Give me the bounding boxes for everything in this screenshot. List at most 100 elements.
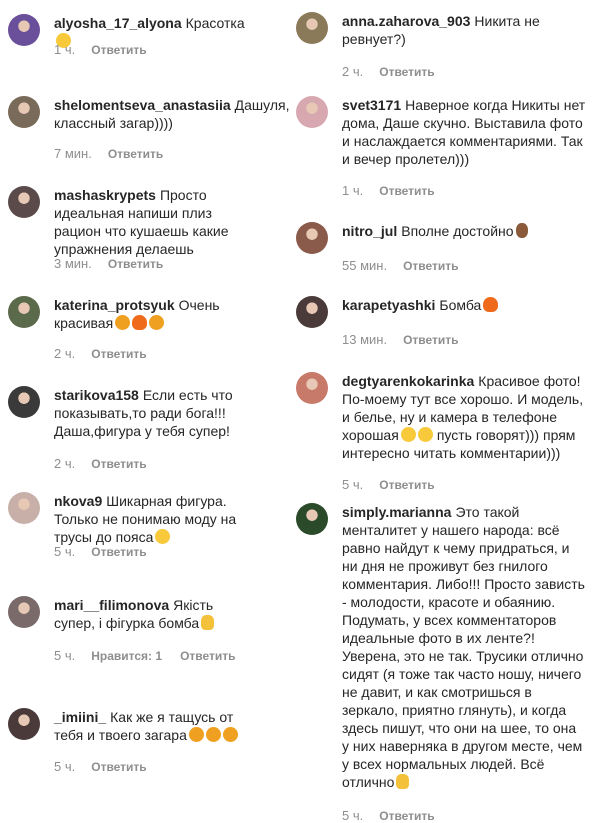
avatar[interactable] [8,596,40,628]
fire-emoji-icon [483,297,499,312]
reply-button[interactable]: Ответить [91,545,146,559]
comment-meta: 1 ч. Ответить [54,42,147,57]
comment-username-link[interactable]: simply.marianna [342,504,451,520]
reply-button[interactable]: Ответить [379,809,434,823]
avatar[interactable] [296,96,328,128]
comment-meta: 55 мин. Ответить [342,258,459,273]
smile-emoji-icon [417,427,433,442]
fire-emoji-icon [132,315,148,330]
comment-text: Это такой менталитет у нашего народа: вс… [342,504,585,790]
smile-emoji-icon [155,529,171,544]
reply-button[interactable]: Ответить [108,147,163,161]
comment-meta: 5 ч. Ответить [342,477,435,492]
comment-body: katerina_protsyuk Очень красивая [54,296,248,332]
avatar[interactable] [296,12,328,44]
avatar[interactable] [8,186,40,218]
comment-meta: 2 ч. Ответить [54,456,147,471]
reply-button[interactable]: Ответить [91,760,146,774]
reply-button[interactable]: Ответить [108,257,163,271]
reply-button[interactable]: Ответить [91,43,146,57]
avatar[interactable] [8,386,40,418]
comment-body: shelomentseva_anastasiia Дашуля, классный… [54,96,290,132]
comment-meta: 5 ч. Нравится: 1 Ответить [54,648,236,663]
comment-meta: 2 ч. Ответить [342,64,435,79]
comment-timestamp[interactable]: 5 ч. [342,808,363,823]
comment-meta: 13 мин. Ответить [342,332,459,347]
comment-timestamp[interactable]: 7 мин. [54,146,92,161]
thumb-emoji-icon [396,774,410,789]
comment-likes-count[interactable]: Нравится: 1 [91,649,162,663]
comment-username-link[interactable]: alyosha_17_alyona [54,15,182,31]
heart-emoji-icon [222,727,238,742]
avatar[interactable] [296,503,328,535]
comment-timestamp[interactable]: 5 ч. [54,759,75,774]
comment-username-link[interactable]: nkova9 [54,493,102,509]
comment-meta: 5 ч. Ответить [342,808,435,823]
heart-emoji-icon [188,727,204,742]
ok-emoji-icon [515,223,528,238]
heart-emoji-icon [115,315,131,330]
comment-username-link[interactable]: nitro_jul [342,223,397,239]
reply-button[interactable]: Ответить [91,347,146,361]
comment-timestamp[interactable]: 5 ч. [342,477,363,492]
comment-body: mari__filimonova Якість супер, і фігурка … [54,596,248,632]
comment-body: _imiini_ Как же я тащусь от тебя и твоего… [54,708,248,744]
comment-timestamp[interactable]: 13 мин. [342,332,387,347]
comment-username-link[interactable]: mashaskrypets [54,187,156,203]
comment-timestamp[interactable]: 5 ч. [54,544,75,559]
avatar[interactable] [8,492,40,524]
avatar[interactable] [8,14,40,46]
comment-username-link[interactable]: _imiini_ [54,709,106,725]
comment-body: karapetyashki Бомба [342,296,586,314]
comment-text: Красотка [185,15,245,31]
comment-meta: 2 ч. Ответить [54,346,147,361]
heart-emoji-icon [205,727,221,742]
comment-username-link[interactable]: mari__filimonova [54,597,169,613]
comment-meta: 5 ч. Ответить [54,544,147,559]
comment-timestamp[interactable]: 3 мин. [54,256,92,271]
avatar[interactable] [8,96,40,128]
reply-button[interactable]: Ответить [180,649,235,663]
comment-meta: 1 ч. Ответить [342,183,435,198]
avatar[interactable] [8,296,40,328]
reply-button[interactable]: Ответить [403,259,458,273]
reply-button[interactable]: Ответить [379,65,434,79]
comment-body: nitro_jul Вполне достойно [342,222,586,240]
thumb-emoji-icon [201,615,215,630]
comment-username-link[interactable]: degtyarenkokarinka [342,373,474,389]
reply-button[interactable]: Ответить [379,478,434,492]
comment-timestamp[interactable]: 1 ч. [54,42,75,57]
avatar[interactable] [296,222,328,254]
comment-body: mashaskrypets Просто идеальная напиши пли… [54,186,248,258]
reply-button[interactable]: Ответить [91,457,146,471]
heart-emoji-icon [149,315,165,330]
comment-timestamp[interactable]: 55 мин. [342,258,387,273]
avatar[interactable] [296,296,328,328]
comment-username-link[interactable]: starikova158 [54,387,139,403]
smile-emoji-icon [400,427,416,442]
comment-timestamp[interactable]: 2 ч. [54,456,75,471]
comment-text: Вполне достойно [401,223,514,239]
comment-username-link[interactable]: svet3171 [342,97,401,113]
comment-username-link[interactable]: shelomentseva_anastasiia [54,97,231,113]
avatar[interactable] [296,372,328,404]
comment-timestamp[interactable]: 5 ч. [54,648,75,663]
comment-username-link[interactable]: karapetyashki [342,297,435,313]
comment-timestamp[interactable]: 2 ч. [342,64,363,79]
reply-button[interactable]: Ответить [403,333,458,347]
comment-meta: 5 ч. Ответить [54,759,147,774]
avatar[interactable] [8,708,40,740]
comment-timestamp[interactable]: 1 ч. [342,183,363,198]
comment-body: starikova158 Если есть что показывать,то … [54,386,248,440]
comment-body: simply.marianna Это такой менталитет у на… [342,503,586,791]
comment-username-link[interactable]: anna.zaharova_903 [342,13,470,29]
comment-text: Бомба [439,297,482,313]
comment-meta: 7 мин. Ответить [54,146,163,161]
comment-body: nkova9 Шикарная фигура. Только не понимаю… [54,492,248,546]
comment-username-link[interactable]: katerina_protsyuk [54,297,175,313]
comment-body: degtyarenkokarinka Красивое фото! По-моем… [342,372,586,462]
comment-timestamp[interactable]: 2 ч. [54,346,75,361]
reply-button[interactable]: Ответить [379,184,434,198]
comment-body: svet3171 Наверное когда Никиты нет дома, … [342,96,586,168]
comment-meta: 3 мин. Ответить [54,256,163,271]
